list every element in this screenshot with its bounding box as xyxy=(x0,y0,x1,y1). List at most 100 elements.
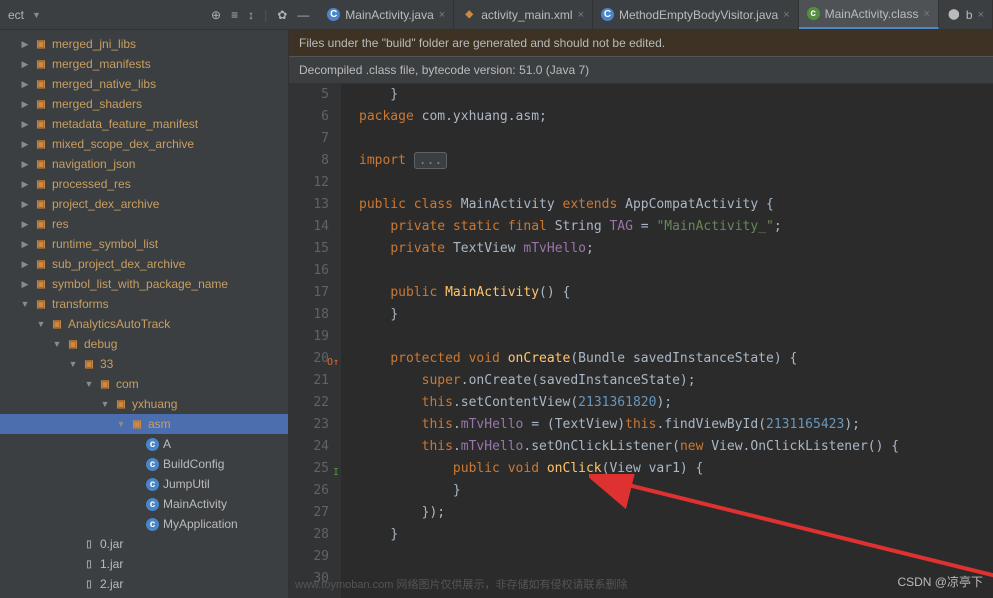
tree-item-asm[interactable]: ▼▣asm xyxy=(0,414,288,434)
code-content[interactable]: }package com.yxhuang.asm; import ... pub… xyxy=(341,84,899,598)
tab-methodemptybodyvisitor-java[interactable]: CMethodEmptyBodyVisitor.java× xyxy=(593,0,799,29)
folder-icon: ▣ xyxy=(114,397,128,411)
chevron-icon[interactable]: ▶ xyxy=(20,159,30,170)
chevron-icon[interactable]: ▶ xyxy=(20,279,30,290)
chevron-icon[interactable]: ▶ xyxy=(20,259,30,270)
chevron-down-icon[interactable]: ▼ xyxy=(32,10,41,20)
chevron-icon[interactable]: ▼ xyxy=(84,379,94,389)
tree-item-processed_res[interactable]: ▶▣processed_res xyxy=(0,174,288,194)
tab-mainactivity-class[interactable]: cMainActivity.class× xyxy=(799,0,939,29)
code-line[interactable]: this.mTvHello.setOnClickListener(new Vie… xyxy=(359,436,899,458)
code-viewport[interactable]: 5678121314151617181920212223242526272829… xyxy=(289,84,993,598)
gear-icon[interactable]: ✿ xyxy=(277,8,287,22)
tab-b[interactable]: ⬤b× xyxy=(939,0,993,29)
code-line[interactable]: public class MainActivity extends AppCom… xyxy=(359,194,899,216)
chevron-icon[interactable]: ▶ xyxy=(20,179,30,190)
code-line[interactable]: public MainActivity() { xyxy=(359,282,899,304)
tree-item-myapplication[interactable]: cMyApplication xyxy=(0,514,288,534)
close-icon[interactable]: × xyxy=(578,9,584,21)
code-line[interactable]: } xyxy=(359,304,899,326)
minimize-icon[interactable]: — xyxy=(297,8,309,22)
tree-item-runtime_symbol_list[interactable]: ▶▣runtime_symbol_list xyxy=(0,234,288,254)
close-icon[interactable]: × xyxy=(783,9,789,21)
tree-item-mainactivity[interactable]: cMainActivity xyxy=(0,494,288,514)
line-number: 7 xyxy=(289,128,329,150)
override-marker-icon[interactable]: I xyxy=(327,462,339,474)
code-line[interactable]: } xyxy=(359,84,899,106)
chevron-icon[interactable]: ▶ xyxy=(20,119,30,130)
class-icon: c xyxy=(146,478,159,491)
chevron-icon[interactable]: ▶ xyxy=(20,79,30,90)
tree-item-sub_project_dex_archive[interactable]: ▶▣sub_project_dex_archive xyxy=(0,254,288,274)
tree-label: 1.jar xyxy=(100,557,123,571)
code-line[interactable]: this.setContentView(2131361820); xyxy=(359,392,899,414)
tree-item-symbol_list_with_package_name[interactable]: ▶▣symbol_list_with_package_name xyxy=(0,274,288,294)
override-marker-icon[interactable]: O↑ xyxy=(327,352,339,364)
code-line[interactable]: package com.yxhuang.asm; xyxy=(359,106,899,128)
tree-item-a[interactable]: cA xyxy=(0,434,288,454)
tree-item-mixed_scope_dex_archive[interactable]: ▶▣mixed_scope_dex_archive xyxy=(0,134,288,154)
tree-item-merged_jni_libs[interactable]: ▶▣merged_jni_libs xyxy=(0,34,288,54)
code-line[interactable]: this.mTvHello = (TextView)this.findViewB… xyxy=(359,414,899,436)
code-line[interactable]: public void onClick(View var1) { xyxy=(359,458,899,480)
code-line[interactable] xyxy=(359,172,899,194)
tree-item-buildconfig[interactable]: cBuildConfig xyxy=(0,454,288,474)
code-line[interactable]: protected void onCreate(Bundle savedInst… xyxy=(359,348,899,370)
chevron-icon[interactable]: ▼ xyxy=(100,399,110,409)
tree-item-jumputil[interactable]: cJumpUtil xyxy=(0,474,288,494)
code-line[interactable]: private TextView mTvHello; xyxy=(359,238,899,260)
tree-item-2-jar[interactable]: ▯2.jar xyxy=(0,574,288,594)
tree-item-yxhuang[interactable]: ▼▣yxhuang xyxy=(0,394,288,414)
sort-icon[interactable]: ≡ xyxy=(231,8,238,22)
close-icon[interactable]: × xyxy=(439,9,445,21)
line-number: 21 xyxy=(289,370,329,392)
tree-item-merged_shaders[interactable]: ▶▣merged_shaders xyxy=(0,94,288,114)
chevron-icon[interactable]: ▶ xyxy=(20,239,30,250)
close-icon[interactable]: × xyxy=(978,9,984,21)
tree-item-com[interactable]: ▼▣com xyxy=(0,374,288,394)
chevron-icon[interactable]: ▶ xyxy=(20,199,30,210)
tab-mainactivity-java[interactable]: CMainActivity.java× xyxy=(319,0,454,29)
xml-file-icon: ◆ xyxy=(462,8,476,22)
tree-item-debug[interactable]: ▼▣debug xyxy=(0,334,288,354)
chevron-icon[interactable]: ▶ xyxy=(20,39,30,50)
target-icon[interactable]: ⊕ xyxy=(211,8,221,22)
code-line[interactable]: }); xyxy=(359,502,899,524)
tree-item-metadata_feature_manifest[interactable]: ▶▣metadata_feature_manifest xyxy=(0,114,288,134)
expand-icon[interactable]: ↕ xyxy=(248,8,254,22)
chevron-icon[interactable]: ▼ xyxy=(20,299,30,309)
chevron-icon[interactable]: ▼ xyxy=(68,359,78,369)
close-icon[interactable]: × xyxy=(923,8,929,20)
tree-item-res[interactable]: ▶▣res xyxy=(0,214,288,234)
tree-item-transforms[interactable]: ▼▣transforms xyxy=(0,294,288,314)
code-line[interactable] xyxy=(359,260,899,282)
folder-icon: ▣ xyxy=(34,97,48,111)
tree-item-0-jar[interactable]: ▯0.jar xyxy=(0,534,288,554)
tab-activity_main-xml[interactable]: ◆activity_main.xml× xyxy=(454,0,593,29)
code-line[interactable]: private static final String TAG = "MainA… xyxy=(359,216,899,238)
chevron-icon[interactable]: ▶ xyxy=(20,99,30,110)
tree-item-merged_manifests[interactable]: ▶▣merged_manifests xyxy=(0,54,288,74)
tree-item-analyticsautotrack[interactable]: ▼▣AnalyticsAutoTrack xyxy=(0,314,288,334)
chevron-icon[interactable]: ▼ xyxy=(36,319,46,329)
tree-item-navigation_json[interactable]: ▶▣navigation_json xyxy=(0,154,288,174)
code-line[interactable] xyxy=(359,326,899,348)
code-line[interactable]: } xyxy=(359,480,899,502)
chevron-icon[interactable]: ▶ xyxy=(20,219,30,230)
chevron-icon[interactable]: ▶ xyxy=(20,139,30,150)
line-number: 16 xyxy=(289,260,329,282)
project-tree[interactable]: ▶▣merged_jni_libs▶▣merged_manifests▶▣mer… xyxy=(0,30,289,598)
tree-item-1-jar[interactable]: ▯1.jar xyxy=(0,554,288,574)
tree-label: mixed_scope_dex_archive xyxy=(52,137,194,151)
tree-item-project_dex_archive[interactable]: ▶▣project_dex_archive xyxy=(0,194,288,214)
chevron-icon[interactable]: ▼ xyxy=(52,339,62,349)
tree-item-33[interactable]: ▼▣33 xyxy=(0,354,288,374)
code-line[interactable] xyxy=(359,128,899,150)
code-line[interactable]: super.onCreate(savedInstanceState); xyxy=(359,370,899,392)
code-line[interactable]: import ... xyxy=(359,150,899,172)
chevron-icon[interactable]: ▼ xyxy=(116,419,126,429)
chevron-icon[interactable]: ▶ xyxy=(20,59,30,70)
tree-item-merged_native_libs[interactable]: ▶▣merged_native_libs xyxy=(0,74,288,94)
code-line[interactable] xyxy=(359,546,899,568)
code-line[interactable]: } xyxy=(359,524,899,546)
